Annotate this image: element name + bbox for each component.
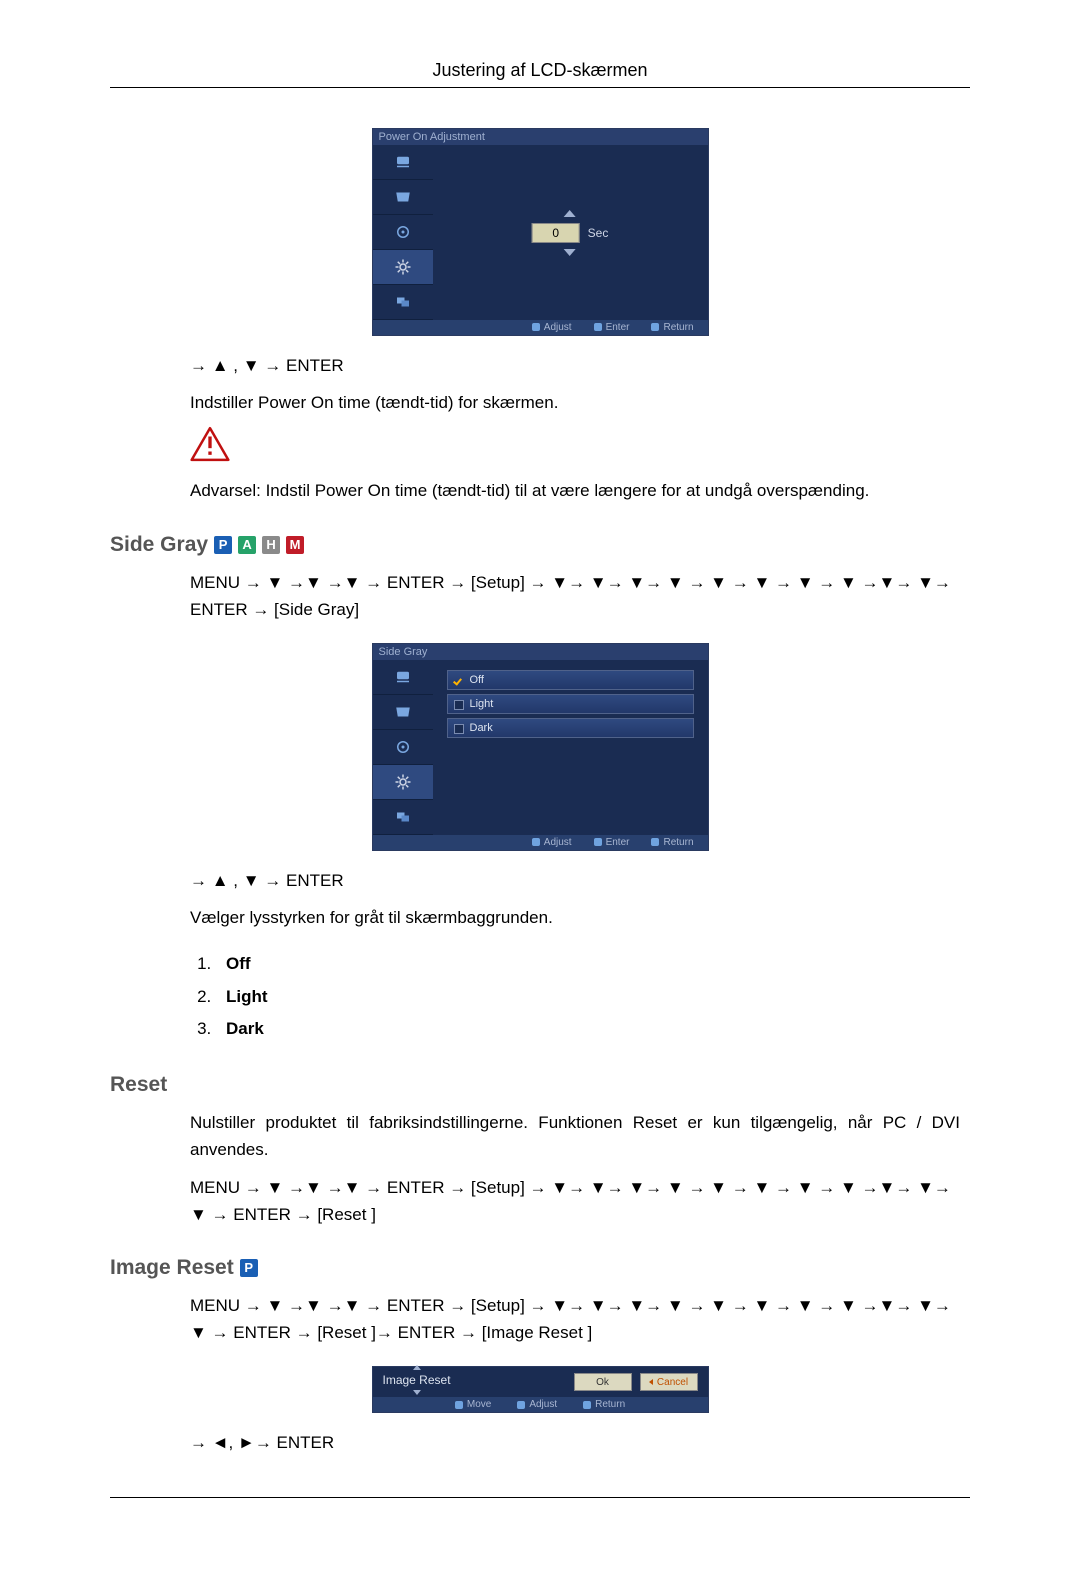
list-item: Dark — [226, 1019, 264, 1038]
badge-m: M — [286, 536, 304, 554]
footer-return: Return — [651, 322, 693, 333]
side-gray-desc: Vælger lysstyrken for gråt til skærmbagg… — [190, 904, 960, 931]
warning-icon — [190, 426, 970, 467]
cancel-button[interactable]: Cancel — [640, 1373, 698, 1391]
image-reset-nav-line: → ◄, ►→ ENTER — [190, 1429, 960, 1456]
spinner-value[interactable]: 0 — [532, 223, 580, 243]
list-item: Light — [226, 987, 268, 1006]
footer-adjust: Adjust — [517, 1399, 557, 1410]
sidenav-input-icon[interactable] — [373, 660, 433, 695]
sidenav-multi-icon[interactable] — [373, 800, 433, 835]
spinner-up-icon[interactable] — [564, 210, 576, 217]
page-title: Justering af LCD-skærmen — [110, 60, 970, 81]
top-rule — [110, 87, 970, 88]
osd-image-reset: Image Reset Ok Cancel Move Adjust Return — [372, 1366, 709, 1413]
osd-footer: Adjust Enter Return — [373, 320, 708, 335]
sidenav-picture-icon[interactable] — [373, 695, 433, 730]
osd-power-on: Power On Adjustment 0 Sec — [372, 128, 709, 336]
badge-h: H — [262, 536, 280, 554]
option-dark[interactable]: Dark — [447, 718, 694, 738]
reset-desc: Nulstiller produktet til fabriksindstill… — [190, 1109, 960, 1163]
check-icon — [454, 675, 464, 685]
dlg-title: Image Reset — [383, 1373, 451, 1391]
poweron-warning: Advarsel: Indstil Power On time (tændt-t… — [190, 477, 960, 504]
poweron-desc: Indstiller Power On time (tændt-tid) for… — [190, 389, 960, 416]
sidenav-sound-icon[interactable] — [373, 215, 433, 250]
checkbox-icon — [454, 723, 464, 733]
bottom-rule — [110, 1497, 970, 1498]
list-item: Off — [226, 954, 251, 973]
spinner-unit: Sec — [588, 226, 609, 240]
footer-adjust: Adjust — [532, 322, 572, 333]
badge-p: P — [240, 1259, 258, 1277]
badge-p: P — [214, 536, 232, 554]
sidenav-picture-icon[interactable] — [373, 180, 433, 215]
option-off[interactable]: Off — [447, 670, 694, 690]
heading-side-gray: Side Gray P A H M — [110, 533, 970, 557]
ok-button[interactable]: Ok — [574, 1373, 632, 1391]
option-light[interactable]: Light — [447, 694, 694, 714]
osd-footer: Adjust Enter Return — [373, 835, 708, 850]
badge-a: A — [238, 536, 256, 554]
osd-title-sidegray: Side Gray — [373, 644, 708, 660]
poweron-nav-line: → ▲ , ▼ → ENTER — [190, 352, 960, 379]
sidenav-multi-icon[interactable] — [373, 285, 433, 320]
image-reset-path: MENU → ▼ →▼ →▼ → ENTER → [Setup] → ▼→ ▼→… — [190, 1292, 960, 1346]
sidenav-input-icon[interactable] — [373, 145, 433, 180]
footer-adjust: Adjust — [532, 837, 572, 848]
spinner-down-icon[interactable] — [564, 249, 576, 256]
footer-enter: Enter — [594, 322, 630, 333]
osd-side-nav — [373, 660, 433, 835]
sidenav-setup-icon[interactable] — [373, 765, 433, 800]
osd-side-gray: Side Gray Off Light Dark — [372, 643, 709, 851]
heading-image-reset: Image Reset P — [110, 1256, 970, 1280]
reset-path: MENU → ▼ →▼ →▼ → ENTER → [Setup] → ▼→ ▼→… — [190, 1174, 960, 1228]
sidenav-sound-icon[interactable] — [373, 730, 433, 765]
footer-move: Move — [455, 1399, 491, 1410]
footer-return: Return — [651, 837, 693, 848]
osd-title: Power On Adjustment — [373, 129, 708, 145]
checkbox-icon — [454, 699, 464, 709]
side-gray-list: Off Light Dark — [190, 948, 960, 1045]
osd-footer: Move Adjust Return — [373, 1397, 708, 1412]
osd-side-nav — [373, 145, 433, 320]
heading-reset: Reset — [110, 1073, 970, 1097]
footer-enter: Enter — [594, 837, 630, 848]
footer-return: Return — [583, 1399, 625, 1410]
side-gray-path: MENU → ▼ →▼ →▼ → ENTER → [Setup] → ▼→ ▼→… — [190, 569, 960, 623]
side-gray-nav-line: → ▲ , ▼ → ENTER — [190, 867, 960, 894]
sidenav-setup-icon[interactable] — [373, 250, 433, 285]
